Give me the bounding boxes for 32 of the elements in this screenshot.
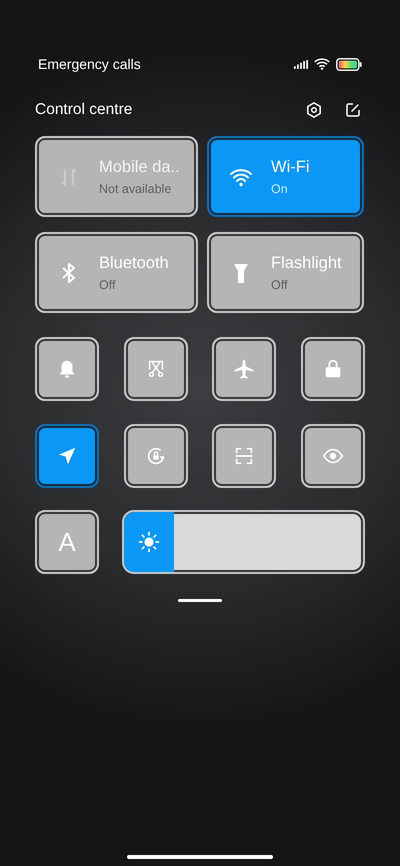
edit-icon[interactable]: [344, 101, 362, 119]
battery-icon: [336, 58, 362, 70]
tile-label: Wi-Fi: [271, 158, 310, 176]
tile-label: Bluetooth: [99, 254, 169, 272]
toggle-tile[interactable]: Bluetooth Off: [35, 232, 198, 313]
toggle-tile[interactable]: Wi-Fi On: [207, 136, 364, 217]
auto-brightness-button[interactable]: A: [35, 510, 99, 574]
signal-icon: [294, 60, 308, 68]
tile-status: Off: [271, 278, 288, 292]
sun-icon: [138, 531, 160, 553]
wifi-icon: [314, 58, 330, 70]
toggle-button[interactable]: [212, 424, 276, 488]
panel-title: Control centre: [35, 101, 132, 119]
brightness-slider[interactable]: [122, 510, 365, 574]
tile-label: Mobile da..: [99, 158, 180, 176]
toggle-button[interactable]: [212, 337, 276, 401]
airplane-icon: [233, 358, 256, 380]
toggle-button[interactable]: [124, 337, 188, 401]
carrier-text: Emergency calls: [38, 56, 141, 72]
tile-status: Off: [99, 278, 116, 292]
toggle-tile[interactable]: Flashlight Off: [207, 232, 364, 313]
toggle-button[interactable]: [300, 337, 365, 401]
scan-icon: [233, 445, 256, 467]
toggle-button[interactable]: [300, 424, 365, 488]
settings-icon[interactable]: [305, 101, 323, 119]
toggle-button[interactable]: [35, 424, 99, 488]
toggle-button[interactable]: [124, 424, 188, 488]
panel-handle[interactable]: [178, 599, 222, 602]
tile-status: On: [271, 182, 289, 196]
toggle-button[interactable]: [35, 337, 99, 401]
tile-label: Flashlight: [271, 254, 342, 272]
tile-status: Not available: [99, 182, 172, 196]
